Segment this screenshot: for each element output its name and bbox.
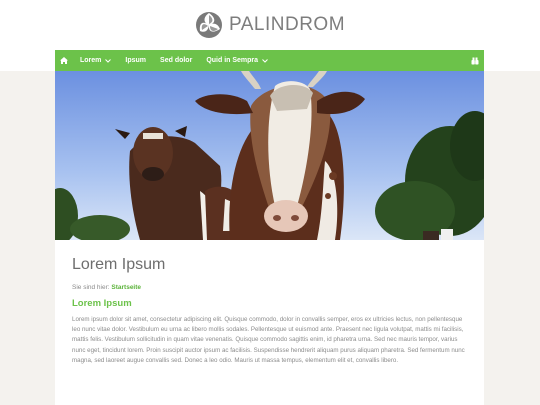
cows-photo-icon — [55, 71, 484, 240]
nav-item-quid-in-sempra[interactable]: Quid in Sempra — [199, 50, 275, 71]
home-icon — [60, 57, 68, 64]
content-container: Lorem Ipsum Sie sind hier: Startseite Lo… — [55, 71, 484, 405]
hero-image — [55, 71, 484, 240]
main-navigation: Lorem Ipsum Sed dolor Quid in Sempra — [55, 50, 484, 71]
nav-item-label: Sed dolor — [160, 57, 193, 64]
page-title: Lorem Ipsum — [72, 256, 166, 273]
main-content: Lorem Ipsum Sie sind hier: Startseite Lo… — [72, 256, 467, 366]
nav-item-label: Quid in Sempra — [206, 57, 259, 64]
page: PALINDROM Lorem Ipsum Sed dolor Quid in … — [0, 0, 540, 405]
body-paragraph: Lorem ipsum dolor sit amet, consectetur … — [72, 316, 465, 364]
nav-home-button[interactable] — [55, 50, 73, 71]
breadcrumb-prefix: Sie sind hier: — [72, 284, 110, 291]
chevron-down-icon — [262, 58, 268, 63]
site-header: PALINDROM — [0, 0, 540, 50]
logo-icon — [195, 12, 222, 38]
chevron-down-icon — [105, 58, 112, 63]
logo[interactable]: PALINDROM — [195, 11, 345, 39]
logo-text: PALINDROM — [228, 14, 346, 35]
breadcrumb: Sie sind hier: Startseite — [72, 283, 467, 292]
section-title: Lorem Ipsum — [72, 298, 132, 309]
search-icon — [471, 57, 479, 64]
nav-item-lorem[interactable]: Lorem — [73, 50, 118, 71]
nav-search-button[interactable] — [466, 50, 484, 71]
breadcrumb-link-startseite[interactable]: Startseite — [111, 284, 141, 291]
nav-item-ipsum[interactable]: Ipsum — [118, 50, 153, 71]
nav-item-label: Lorem — [80, 57, 102, 64]
nav-item-label: Ipsum — [125, 57, 147, 64]
nav-item-sed-dolor[interactable]: Sed dolor — [153, 50, 199, 71]
